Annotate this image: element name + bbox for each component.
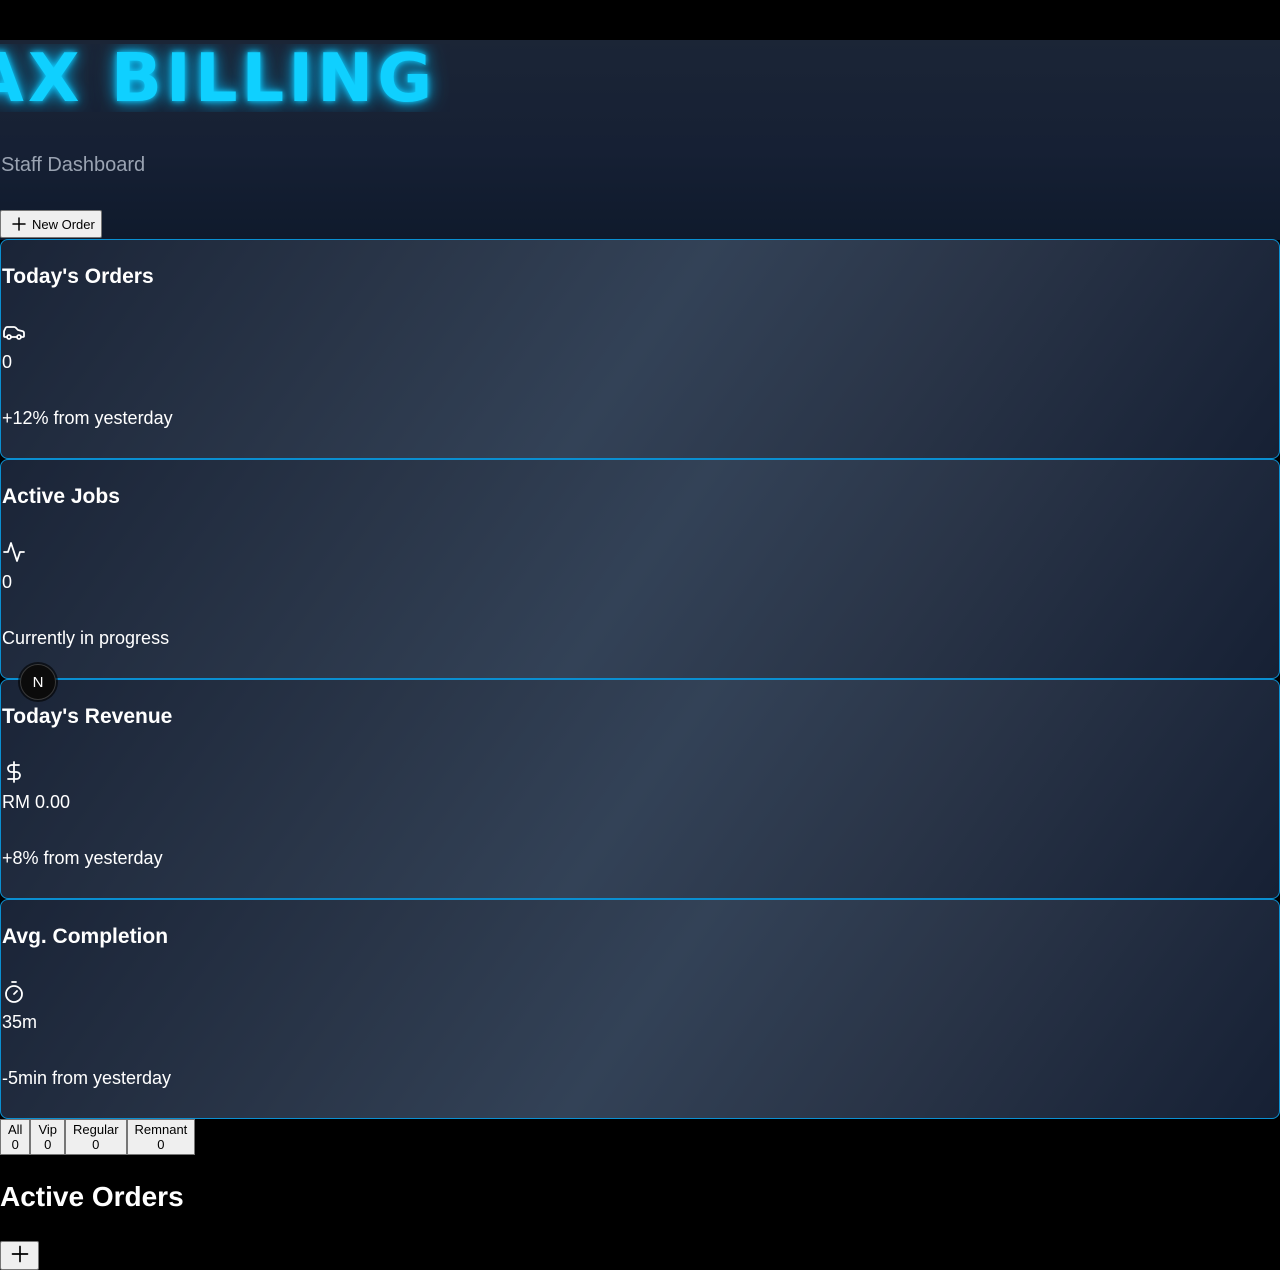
new-order-button[interactable]: New Order <box>0 210 102 238</box>
filter-label: Regular <box>73 1122 119 1137</box>
add-order-button[interactable] <box>0 1241 39 1270</box>
filter-count: 0 <box>44 1137 52 1152</box>
dev-badge-n[interactable]: N <box>20 664 56 700</box>
stat-card-note: +8% from yesterday <box>2 848 163 868</box>
filter-tab-remnant[interactable]: Remnant 0 <box>126 1119 196 1155</box>
stat-card-value: 0 <box>2 352 13 372</box>
stat-card-todays-revenue: Today's Revenue RM 0.00 +8% from yesterd… <box>0 679 1280 899</box>
stat-card-note: Currently in progress <box>2 628 170 648</box>
stat-card-value: 35m <box>2 1012 38 1032</box>
plus-icon <box>10 1244 30 1267</box>
badge-letter: N <box>32 673 44 691</box>
top-bar <box>0 0 1280 40</box>
stat-card-avg-completion: Avg. Completion 35m -5min from yesterday <box>0 899 1280 1119</box>
stat-card-title: Today's Orders <box>2 265 154 288</box>
dollar-sign-icon <box>2 760 26 784</box>
stat-card-title: Active Jobs <box>2 485 120 508</box>
car-icon <box>2 320 26 344</box>
stat-card-active-jobs: Active Jobs 0 Currently in progress <box>0 459 1280 679</box>
filter-tab-regular[interactable]: Regular 0 <box>65 1119 127 1155</box>
stats-cards: Today's Orders 0 +12% from yesterday Act… <box>0 239 1280 1119</box>
stat-card-todays-orders: Today's Orders 0 +12% from yesterday <box>0 239 1280 459</box>
filter-count: 0 <box>11 1137 19 1152</box>
stat-card-note: -5min from yesterday <box>2 1068 172 1088</box>
order-filter-tabs: All 0 Vip 0 Regular 0 Remnant 0 <box>0 1119 196 1155</box>
plus-icon <box>10 215 28 233</box>
filter-label: All <box>8 1122 23 1137</box>
timer-icon <box>2 980 26 1004</box>
stat-card-value: RM 0.00 <box>2 792 71 812</box>
filter-label: Vip <box>38 1122 58 1137</box>
active-orders-title: Active Orders <box>0 1181 184 1212</box>
stat-card-title: Avg. Completion <box>2 925 169 948</box>
filter-count: 0 <box>92 1137 100 1152</box>
brand-title: AX BILLING <box>0 44 437 112</box>
filter-count: 0 <box>157 1137 165 1152</box>
new-order-label: New Order <box>32 216 95 232</box>
activity-icon <box>2 540 26 564</box>
stat-card-note: +12% from yesterday <box>2 408 173 428</box>
filter-tab-all[interactable]: All 0 <box>0 1119 31 1155</box>
page-subtitle: Staff Dashboard <box>1 154 146 176</box>
filter-label: Remnant <box>134 1122 188 1137</box>
stat-card-title: Today's Revenue <box>2 705 173 728</box>
stat-card-value: 0 <box>2 572 13 592</box>
filter-tab-vip[interactable]: Vip 0 <box>30 1119 66 1155</box>
